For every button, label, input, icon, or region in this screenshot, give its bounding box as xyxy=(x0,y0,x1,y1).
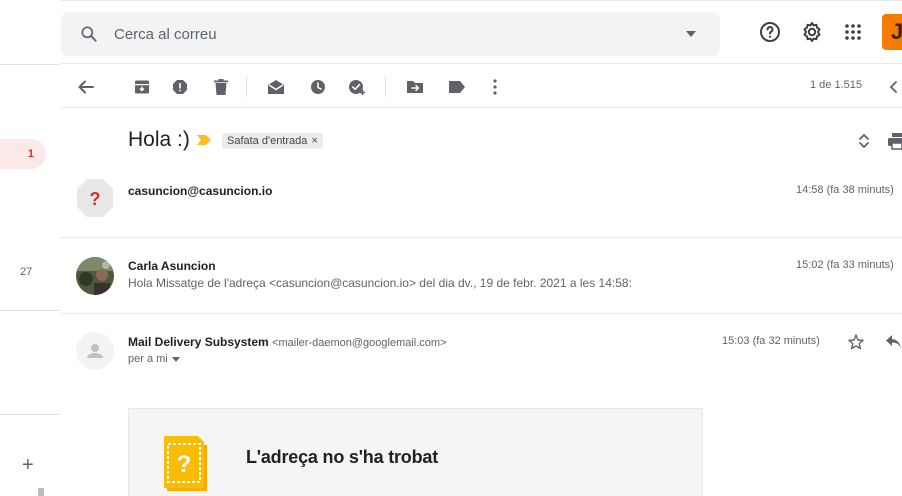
label-icon[interactable] xyxy=(447,77,467,97)
search-box[interactable] xyxy=(61,12,720,56)
chevron-down-icon[interactable] xyxy=(686,31,696,37)
sender-name[interactable]: Mail Delivery Subsystem xyxy=(128,335,269,349)
sidebar-divider xyxy=(0,414,60,415)
sidebar-divider xyxy=(0,64,60,65)
more-vert-icon[interactable] xyxy=(485,77,505,97)
gear-icon[interactable] xyxy=(800,20,824,44)
thread-subject: Hola :) xyxy=(128,128,190,151)
sidebar-item-count[interactable]: 27 xyxy=(20,266,32,278)
star-icon[interactable] xyxy=(848,334,864,350)
message-timestamp: 15:03 (fa 32 minuts) xyxy=(722,335,820,347)
scrollbar[interactable] xyxy=(38,488,44,496)
message-timestamp: 15:02 (fa 33 minuts) xyxy=(796,259,894,271)
sidebar-strip: 1 27 + xyxy=(0,0,60,496)
report-spam-icon[interactable] xyxy=(170,77,190,97)
toolbar-separator xyxy=(385,77,386,97)
expand-collapse-icon[interactable] xyxy=(856,132,872,150)
back-arrow-icon[interactable] xyxy=(76,77,96,97)
message-timestamp: 14:58 (fa 38 minuts) xyxy=(796,184,894,196)
search-input[interactable] xyxy=(114,24,674,44)
sidebar-divider xyxy=(0,310,60,311)
archive-icon[interactable] xyxy=(132,77,152,97)
print-icon[interactable] xyxy=(888,132,902,150)
bounce-icon-glyph: ? xyxy=(177,451,192,478)
bounce-notice-card: ? L'adreça no s'ha trobat xyxy=(128,408,703,496)
bounce-title: L'adreça no s'ha trobat xyxy=(246,447,439,467)
unknown-document-icon: ? xyxy=(164,436,207,491)
add-icon[interactable]: + xyxy=(22,454,34,477)
message-snippet[interactable]: Hola Missatge de l'adreça <casuncion@cas… xyxy=(128,276,632,290)
sender-line[interactable]: Mail Delivery Subsystem <mailer-daemon@g… xyxy=(128,335,447,349)
toolbar-separator xyxy=(246,77,247,97)
delete-icon[interactable] xyxy=(211,77,231,97)
chevron-left-icon[interactable] xyxy=(886,77,902,97)
avatar-glyph: ? xyxy=(90,189,101,209)
default-person-avatar[interactable] xyxy=(76,332,114,370)
label-chip-text: Safata d'entrada xyxy=(227,135,308,147)
action-toolbar: 1 de 1.515 xyxy=(60,65,902,108)
unread-badge: 1 xyxy=(27,148,34,160)
message-divider xyxy=(60,313,902,314)
recipient-line[interactable]: per a mi xyxy=(128,353,180,365)
unknown-sender-avatar[interactable]: ? xyxy=(76,178,114,217)
snooze-clock-icon[interactable] xyxy=(308,77,328,97)
pager-text: 1 de 1.515 xyxy=(810,79,862,91)
sender-email: <mailer-daemon@googlemail.com> xyxy=(272,337,447,349)
message-divider xyxy=(60,237,902,238)
label-chip-inbox[interactable]: Safata d'entrada × xyxy=(222,133,323,149)
importance-marker-icon[interactable] xyxy=(197,135,211,145)
move-to-folder-icon[interactable] xyxy=(405,77,425,97)
gmail-window: 1 27 + J 1 de 1.515 Hola :) xyxy=(0,0,902,496)
sender-name[interactable]: casuncion@casuncion.io xyxy=(128,184,272,198)
remove-label-icon[interactable]: × xyxy=(311,135,317,147)
chevron-down-icon[interactable] xyxy=(171,356,180,362)
reply-icon[interactable] xyxy=(885,334,902,349)
search-icon[interactable] xyxy=(79,24,99,44)
sidebar-item-inbox[interactable]: 1 xyxy=(0,139,46,169)
help-icon[interactable] xyxy=(758,20,782,44)
add-task-icon[interactable] xyxy=(347,77,367,97)
mark-unread-icon[interactable] xyxy=(266,77,286,97)
sender-avatar-photo[interactable] xyxy=(76,257,114,295)
apps-grid-icon[interactable] xyxy=(841,20,865,44)
sender-name[interactable]: Carla Asuncion xyxy=(128,259,216,273)
top-bar: J xyxy=(60,0,902,64)
account-avatar[interactable]: J xyxy=(882,14,902,50)
recipient-text: per a mi xyxy=(128,353,168,365)
